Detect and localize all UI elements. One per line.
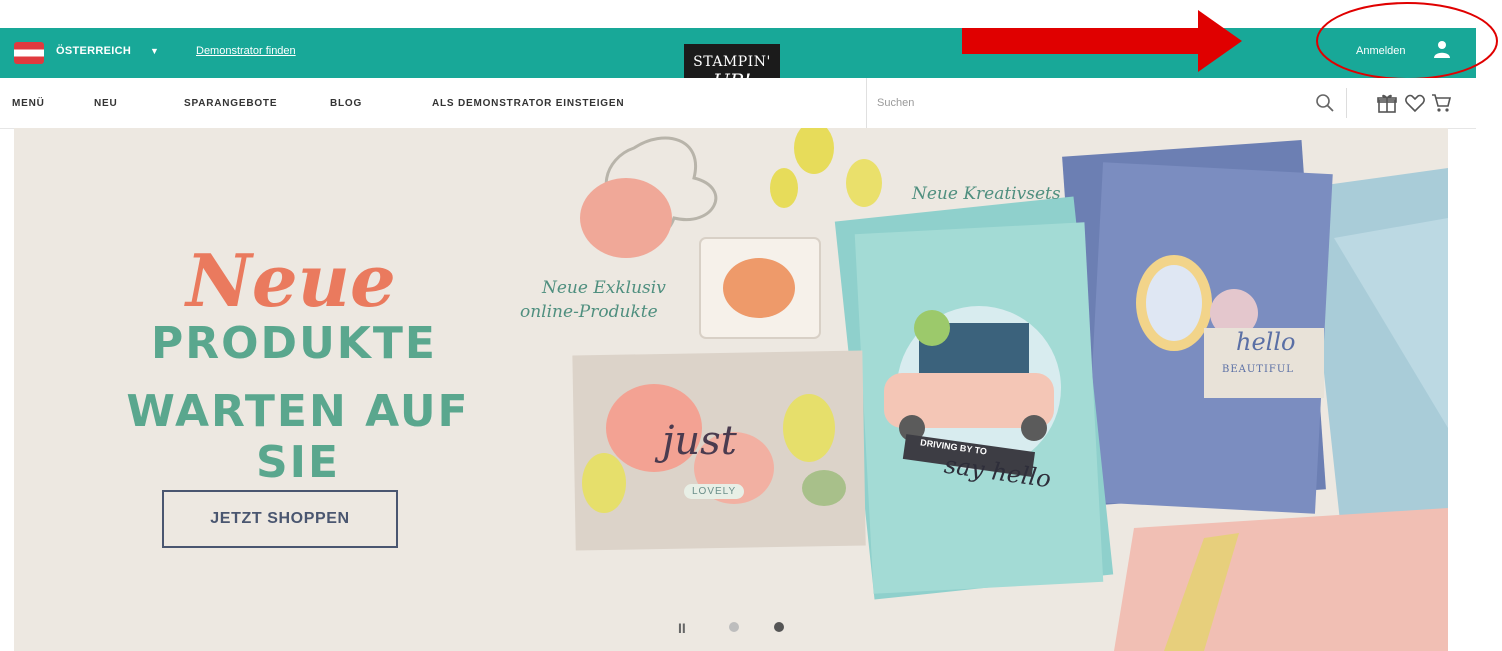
cart-icon[interactable] [1430,92,1452,114]
carousel-dot-1[interactable] [729,622,739,632]
card-text-hello: hello [1236,328,1296,356]
card-text-just: just [662,418,737,464]
card-text-lovely: LOVELY [684,484,745,499]
card-text-beautiful: BEAUTIFUL [1222,364,1294,375]
hero-title-line-2: WARTEN AUF SIE [126,386,470,488]
search-icon[interactable] [1314,92,1336,114]
logo-line-1: STAMPIN' [693,54,771,70]
hero-banner[interactable]: Neue PRODUKTE WARTEN AUF SIE JETZT SHOPP… [14,128,1448,651]
nav-item-menu[interactable]: MENÜ [12,98,45,109]
find-demonstrator-link[interactable]: Demonstrator finden [196,45,296,57]
chevron-down-icon[interactable]: ▼ [150,46,159,56]
nav-item-new[interactable]: NEU [94,98,118,109]
main-nav: MENÜ NEU SPARANGEBOTE BLOG ALS DEMONSTRA… [0,78,1476,129]
callout-exclusive-line-1: Neue Exklusiv [542,278,666,298]
callout-exclusive-line-2: online-Produkte [520,302,658,322]
austria-flag-icon[interactable] [14,42,44,64]
nav-item-offers[interactable]: SPARANGEBOTE [184,98,277,109]
annotation-circle [1316,2,1498,80]
divider [1346,88,1347,118]
search-input[interactable] [866,78,1344,128]
nav-item-blog[interactable]: BLOG [330,98,362,109]
gift-icon[interactable] [1376,92,1398,114]
country-selector[interactable]: ÖSTERREICH [56,45,131,57]
carousel-dot-2[interactable] [774,622,784,632]
hero-title-script: Neue [186,238,396,323]
shop-now-button[interactable]: JETZT SHOPPEN [162,490,398,548]
annotation-arrow [962,10,1242,72]
pause-icon[interactable]: II [678,620,686,636]
callout-kits: Neue Kreativsets [912,184,1061,204]
nav-item-become-demonstrator[interactable]: ALS DEMONSTRATOR EINSTEIGEN [432,98,624,109]
heart-icon[interactable] [1404,92,1426,114]
hero-title-line-1: PRODUKTE [151,318,437,369]
